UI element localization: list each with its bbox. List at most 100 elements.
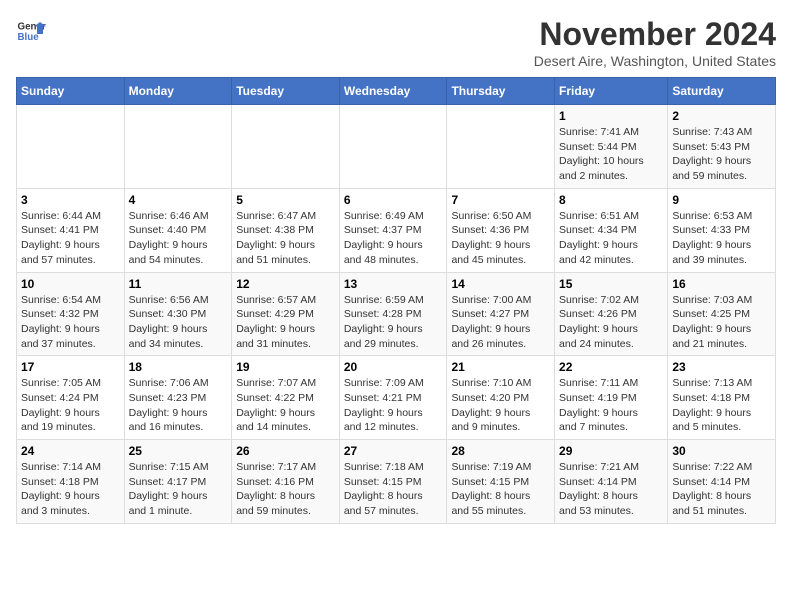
day-cell: 18 Sunrise: 7:06 AM Sunset: 4:23 PM Dayli… (124, 356, 232, 440)
day-cell: 26Sunrise: 7:17 AM Sunset: 4:16 PM Dayli… (232, 440, 340, 524)
day-number: 26 (236, 444, 335, 458)
day-detail: Sunrise: 7:22 AM Sunset: 4:14 PM Dayligh… (672, 460, 771, 519)
day-detail: Sunrise: 7:06 AM Sunset: 4:23 PM Dayligh… (129, 376, 228, 435)
col-header-friday: Friday (555, 78, 668, 105)
day-cell: 6 Sunrise: 6:49 AM Sunset: 4:37 PM Daylig… (339, 188, 447, 272)
day-number: 22 (559, 360, 663, 374)
main-title: November 2024 (534, 16, 776, 53)
day-cell: 20 Sunrise: 7:09 AM Sunset: 4:21 PM Dayli… (339, 356, 447, 440)
calendar-table: SundayMondayTuesdayWednesdayThursdayFrid… (16, 77, 776, 524)
day-cell: 21 Sunrise: 7:10 AM Sunset: 4:20 PM Dayli… (447, 356, 555, 440)
day-number: 3 (21, 193, 120, 207)
week-row-2: 3 Sunrise: 6:44 AM Sunset: 4:41 PM Daylig… (17, 188, 776, 272)
logo-icon: General Blue (16, 16, 46, 46)
day-detail: Sunrise: 7:18 AM Sunset: 4:15 PM Dayligh… (344, 460, 443, 519)
day-cell: 2 Sunrise: 7:43 AM Sunset: 5:43 PM Daylig… (668, 105, 776, 189)
day-number: 7 (451, 193, 550, 207)
logo: General Blue (16, 16, 46, 46)
title-area: November 2024 Desert Aire, Washington, U… (534, 16, 776, 69)
col-header-wednesday: Wednesday (339, 78, 447, 105)
day-cell: 1Sunrise: 7:41 AM Sunset: 5:44 PM Daylig… (555, 105, 668, 189)
week-row-3: 10 Sunrise: 6:54 AM Sunset: 4:32 PM Dayli… (17, 272, 776, 356)
day-cell (339, 105, 447, 189)
day-number: 30 (672, 444, 771, 458)
day-detail: Sunrise: 7:02 AM Sunset: 4:26 PM Dayligh… (559, 293, 663, 352)
day-cell (124, 105, 232, 189)
subtitle: Desert Aire, Washington, United States (534, 53, 776, 69)
day-cell: 29 Sunrise: 7:21 AM Sunset: 4:14 PM Dayli… (555, 440, 668, 524)
day-detail: Sunrise: 7:09 AM Sunset: 4:21 PM Dayligh… (344, 376, 443, 435)
day-cell (232, 105, 340, 189)
day-detail: Sunrise: 7:43 AM Sunset: 5:43 PM Dayligh… (672, 125, 771, 184)
day-detail: Sunrise: 7:19 AM Sunset: 4:15 PM Dayligh… (451, 460, 550, 519)
day-number: 17 (21, 360, 120, 374)
day-detail: Sunrise: 6:51 AM Sunset: 4:34 PM Dayligh… (559, 209, 663, 268)
day-detail: Sunrise: 6:46 AM Sunset: 4:40 PM Dayligh… (129, 209, 228, 268)
day-detail: Sunrise: 7:10 AM Sunset: 4:20 PM Dayligh… (451, 376, 550, 435)
col-header-tuesday: Tuesday (232, 78, 340, 105)
day-number: 16 (672, 277, 771, 291)
day-number: 10 (21, 277, 120, 291)
day-detail: Sunrise: 6:49 AM Sunset: 4:37 PM Dayligh… (344, 209, 443, 268)
day-number: 5 (236, 193, 335, 207)
day-cell: 23 Sunrise: 7:13 AM Sunset: 4:18 PM Dayli… (668, 356, 776, 440)
day-detail: Sunrise: 7:05 AM Sunset: 4:24 PM Dayligh… (21, 376, 120, 435)
svg-text:Blue: Blue (18, 32, 40, 43)
day-number: 4 (129, 193, 228, 207)
day-detail: Sunrise: 7:21 AM Sunset: 4:14 PM Dayligh… (559, 460, 663, 519)
day-detail: Sunrise: 7:07 AM Sunset: 4:22 PM Dayligh… (236, 376, 335, 435)
day-cell: 24 Sunrise: 7:14 AM Sunset: 4:18 PM Dayli… (17, 440, 125, 524)
day-cell: 16 Sunrise: 7:03 AM Sunset: 4:25 PM Dayli… (668, 272, 776, 356)
day-number: 2 (672, 109, 771, 123)
col-header-sunday: Sunday (17, 78, 125, 105)
day-cell: 7 Sunrise: 6:50 AM Sunset: 4:36 PM Daylig… (447, 188, 555, 272)
day-cell: 25 Sunrise: 7:15 AM Sunset: 4:17 PM Dayli… (124, 440, 232, 524)
day-detail: Sunrise: 6:59 AM Sunset: 4:28 PM Dayligh… (344, 293, 443, 352)
day-cell: 10 Sunrise: 6:54 AM Sunset: 4:32 PM Dayli… (17, 272, 125, 356)
day-detail: Sunrise: 6:50 AM Sunset: 4:36 PM Dayligh… (451, 209, 550, 268)
day-number: 23 (672, 360, 771, 374)
day-number: 19 (236, 360, 335, 374)
col-header-monday: Monday (124, 78, 232, 105)
day-number: 28 (451, 444, 550, 458)
day-number: 27 (344, 444, 443, 458)
day-number: 18 (129, 360, 228, 374)
day-cell: 11Sunrise: 6:56 AM Sunset: 4:30 PM Dayli… (124, 272, 232, 356)
day-cell: 4 Sunrise: 6:46 AM Sunset: 4:40 PM Daylig… (124, 188, 232, 272)
day-detail: Sunrise: 6:56 AM Sunset: 4:30 PM Dayligh… (129, 293, 228, 352)
col-header-thursday: Thursday (447, 78, 555, 105)
day-number: 14 (451, 277, 550, 291)
day-cell: 28 Sunrise: 7:19 AM Sunset: 4:15 PM Dayli… (447, 440, 555, 524)
day-detail: Sunrise: 7:15 AM Sunset: 4:17 PM Dayligh… (129, 460, 228, 519)
calendar-header-row: SundayMondayTuesdayWednesdayThursdayFrid… (17, 78, 776, 105)
day-number: 29 (559, 444, 663, 458)
day-number: 13 (344, 277, 443, 291)
day-detail: Sunrise: 7:00 AM Sunset: 4:27 PM Dayligh… (451, 293, 550, 352)
day-detail: Sunrise: 6:54 AM Sunset: 4:32 PM Dayligh… (21, 293, 120, 352)
day-cell: 13 Sunrise: 6:59 AM Sunset: 4:28 PM Dayli… (339, 272, 447, 356)
day-cell: 9Sunrise: 6:53 AM Sunset: 4:33 PM Daylig… (668, 188, 776, 272)
day-number: 8 (559, 193, 663, 207)
day-cell: 15 Sunrise: 7:02 AM Sunset: 4:26 PM Dayli… (555, 272, 668, 356)
day-cell: 12Sunrise: 6:57 AM Sunset: 4:29 PM Dayli… (232, 272, 340, 356)
day-detail: Sunrise: 7:03 AM Sunset: 4:25 PM Dayligh… (672, 293, 771, 352)
col-header-saturday: Saturday (668, 78, 776, 105)
day-cell: 14 Sunrise: 7:00 AM Sunset: 4:27 PM Dayli… (447, 272, 555, 356)
day-cell: 8 Sunrise: 6:51 AM Sunset: 4:34 PM Daylig… (555, 188, 668, 272)
day-cell: 3 Sunrise: 6:44 AM Sunset: 4:41 PM Daylig… (17, 188, 125, 272)
day-detail: Sunrise: 6:53 AM Sunset: 4:33 PM Dayligh… (672, 209, 771, 268)
day-detail: Sunrise: 6:44 AM Sunset: 4:41 PM Dayligh… (21, 209, 120, 268)
day-cell: 17 Sunrise: 7:05 AM Sunset: 4:24 PM Dayli… (17, 356, 125, 440)
day-cell: 30 Sunrise: 7:22 AM Sunset: 4:14 PM Dayli… (668, 440, 776, 524)
day-detail: Sunrise: 7:13 AM Sunset: 4:18 PM Dayligh… (672, 376, 771, 435)
header: General Blue November 2024 Desert Aire, … (16, 16, 776, 69)
day-number: 21 (451, 360, 550, 374)
day-detail: Sunrise: 6:47 AM Sunset: 4:38 PM Dayligh… (236, 209, 335, 268)
day-number: 25 (129, 444, 228, 458)
day-number: 24 (21, 444, 120, 458)
day-number: 15 (559, 277, 663, 291)
day-number: 6 (344, 193, 443, 207)
day-number: 20 (344, 360, 443, 374)
day-cell: 5 Sunrise: 6:47 AM Sunset: 4:38 PM Daylig… (232, 188, 340, 272)
day-detail: Sunrise: 7:14 AM Sunset: 4:18 PM Dayligh… (21, 460, 120, 519)
